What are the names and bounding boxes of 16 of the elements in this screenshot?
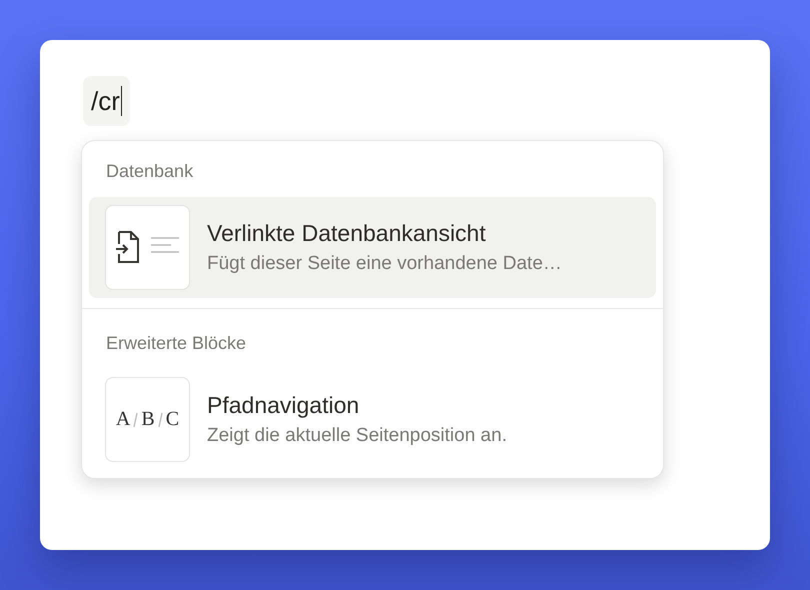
item-description: Zeigt die aktuelle Seitenposition an. [207,425,507,447]
menu-item[interactable]: Verlinkte Datenbankansicht Fügt dieser Seite eine vorhandene Date… [89,197,656,298]
section-title: Datenbank [105,160,194,183]
item-description: Fügt dieser Seite eine vorhandene Date… [207,253,562,275]
breadcrumb-letter: C [166,408,180,431]
breadcrumb-letter: B [141,408,155,431]
item-title: Verlinkte Datenbankansicht [207,220,487,247]
slash-icon [133,412,138,428]
menu-item[interactable]: A B C Pfadnavigation Zeigt die aktuelle Seitenposition an. [89,369,656,470]
section-title: Erweiterte Blöcke [105,332,248,355]
linked-page-icon [114,230,180,266]
item-title: Pfadnavigation [207,392,360,419]
text-caret [120,86,122,116]
breadcrumb-letter: A [116,408,130,431]
slash-icon [158,412,163,428]
command-input[interactable]: /cr [83,76,130,126]
